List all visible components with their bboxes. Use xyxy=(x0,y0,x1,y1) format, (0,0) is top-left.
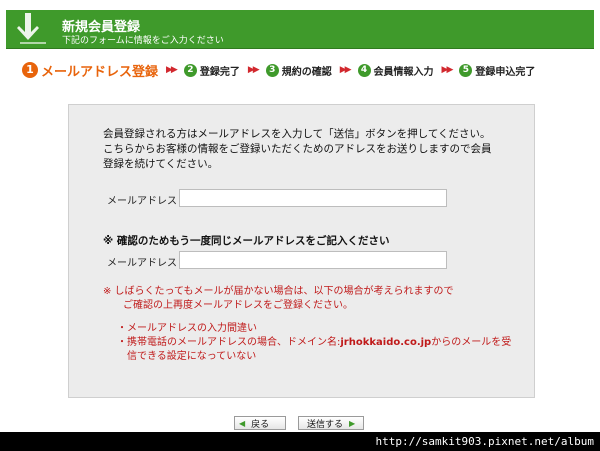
page-subtitle: 下記のフォームに情報をご入力ください xyxy=(62,36,224,46)
step-label: 登録申込完了 xyxy=(475,66,536,78)
step-label: 登録完了 xyxy=(199,66,240,78)
step-separator-icon: ▶▶ xyxy=(166,65,178,75)
step-separator-icon: ▶▶ xyxy=(247,65,260,75)
triangle-left-icon: ◀ xyxy=(239,418,246,428)
step-number: 4 xyxy=(357,63,371,77)
step-number: 3 xyxy=(265,63,279,77)
watermark-bar: http://samkit903.pixnet.net/album xyxy=(0,432,600,451)
note-bullet-text: ・携帯電話のメールアドレスの場合、ドメイン名: xyxy=(117,337,341,348)
progress-steps: 1 メールアドレス登録 ▶▶ 2 登録完了 ▶▶ 3 規約の確認 ▶▶ 4 会員… xyxy=(22,60,592,80)
step-label: メールアドレス登録 xyxy=(41,64,159,80)
note-line: ※ しばらくたってもメールが届かない場合は、以下の場合が考えられますので xyxy=(103,286,454,297)
email-label: メールアドレス xyxy=(107,196,177,207)
back-button-label: 戻る xyxy=(251,419,270,430)
note-bullet: ・メールアドレスの入力間違い xyxy=(117,323,257,334)
note-bullet-continuation: 信できる設定になっていない xyxy=(127,351,257,362)
form-intro-text: 会員登録される方はメールアドレスを入力して「送信」ボタンを押してください。 こち… xyxy=(103,128,492,170)
step-number: 5 xyxy=(459,63,473,77)
page-header: 新規会員登録 下記のフォームに情報をご入力ください xyxy=(6,10,594,49)
step-label: 規約の確認 xyxy=(281,66,332,78)
step-label: 会員情報入力 xyxy=(373,66,434,78)
confirm-email-input[interactable] xyxy=(179,251,447,269)
step-2: 2 登録完了 xyxy=(183,63,240,78)
step-number: 2 xyxy=(183,63,197,77)
note-bullet-text: からのメールを受 xyxy=(431,337,512,348)
step-3: 3 規約の確認 xyxy=(265,63,332,78)
down-arrow-icon xyxy=(16,12,50,46)
registration-form-panel: 会員登録される方はメールアドレスを入力して「送信」ボタンを押してください。 こち… xyxy=(68,104,535,398)
email-input[interactable] xyxy=(179,189,447,207)
note-spacer xyxy=(103,313,523,322)
step-5: 5 登録申込完了 xyxy=(459,63,535,78)
step-separator-icon: ▶▶ xyxy=(441,65,454,75)
domain-name: jrhokkaido.co.jp xyxy=(340,337,432,348)
back-button[interactable]: ◀ 戻る xyxy=(234,416,286,430)
send-button[interactable]: 送信する ▶ xyxy=(298,416,364,430)
note-bullet: ・携帯電話のメールアドレスの場合、ドメイン名:jrhokkaido.co.jpか… xyxy=(103,336,523,350)
step-separator-icon: ▶▶ xyxy=(339,65,352,75)
triangle-right-icon: ▶ xyxy=(349,418,356,428)
delivery-note: ※ しばらくたってもメールが届かない場合は、以下の場合が考えられますので ご確認… xyxy=(103,285,523,364)
step-number: 1 xyxy=(22,62,38,78)
confirm-email-label: メールアドレス xyxy=(107,258,177,269)
note-line: ご確認の上再度メールアドレスをご登録ください。 xyxy=(123,300,353,311)
step-4: 4 会員情報入力 xyxy=(357,63,434,78)
confirm-heading: ※ 確認のためもう一度同じメールアドレスをご記入ください xyxy=(103,235,390,247)
send-button-label: 送信する xyxy=(307,419,344,430)
step-1: 1 メールアドレス登録 xyxy=(22,61,158,80)
